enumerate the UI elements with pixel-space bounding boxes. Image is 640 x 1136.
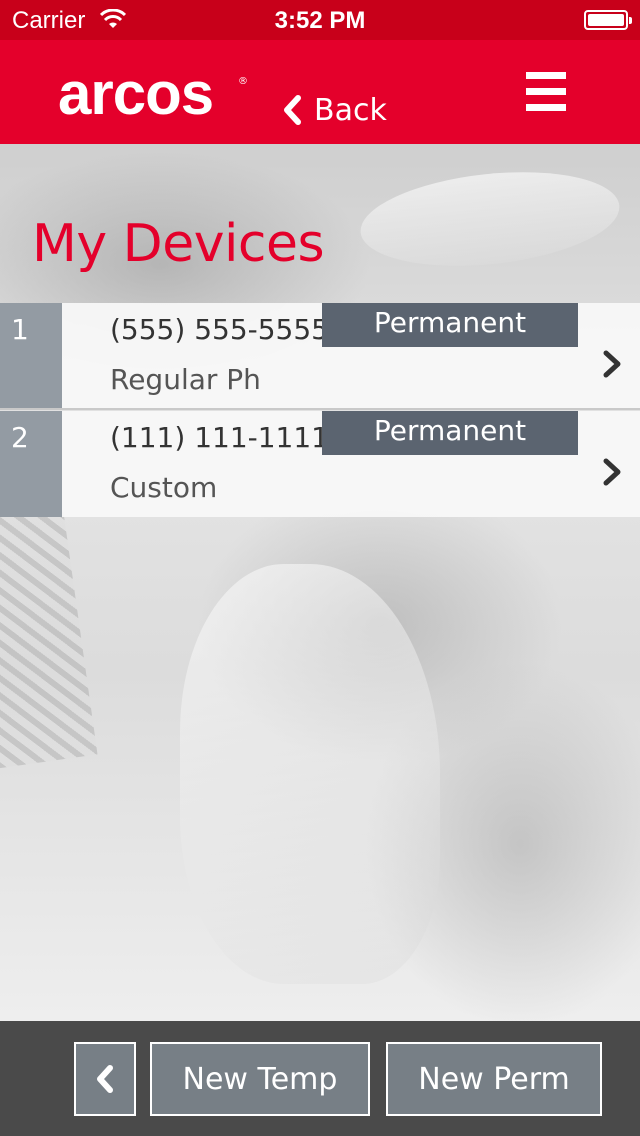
registered-mark: ® (238, 76, 248, 87)
background-photo (0, 144, 640, 1021)
hamburger-menu-icon[interactable] (526, 72, 566, 112)
device-index: 1 (11, 313, 29, 346)
chevron-right-icon (603, 350, 621, 378)
footer-back-button[interactable] (74, 1042, 136, 1116)
status-bar: Carrier 3:52 PM (0, 0, 640, 40)
device-index-cell: 1 (0, 303, 62, 409)
keyboard-shape (0, 496, 98, 772)
device-index-cell: 2 (0, 411, 62, 517)
chevron-left-icon (97, 1065, 113, 1093)
hardhat-shape (356, 160, 624, 278)
device-number: (111) 111-1111 (110, 421, 329, 454)
back-label: Back (314, 92, 387, 128)
arcos-logo: arcos (58, 60, 214, 127)
chevron-right-icon (603, 458, 621, 486)
page-title: My Devices (32, 214, 325, 274)
status-time: 3:52 PM (274, 7, 366, 34)
row-divider (0, 408, 640, 410)
back-button[interactable]: Back (282, 88, 387, 132)
device-row[interactable]: 1 (555) 555-5555 Permanent Regular Ph (0, 303, 640, 409)
device-number: (555) 555-5555 (110, 313, 329, 346)
chevron-left-icon (284, 95, 301, 125)
shirt-shape (180, 564, 440, 984)
device-row[interactable]: 2 (111) 111-1111 Permanent Custom (0, 411, 640, 517)
new-perm-button[interactable]: New Perm (386, 1042, 602, 1116)
device-type: Custom (110, 471, 218, 504)
device-status-badge: Permanent (322, 303, 578, 347)
footer-toolbar: New Temp New Perm (0, 1021, 640, 1136)
app-header: arcos ® Back (0, 40, 640, 144)
device-status-badge: Permanent (322, 411, 578, 455)
device-index: 2 (11, 421, 29, 454)
device-type: Regular Ph (110, 363, 261, 396)
battery-icon (584, 10, 632, 30)
new-temp-button[interactable]: New Temp (150, 1042, 370, 1116)
